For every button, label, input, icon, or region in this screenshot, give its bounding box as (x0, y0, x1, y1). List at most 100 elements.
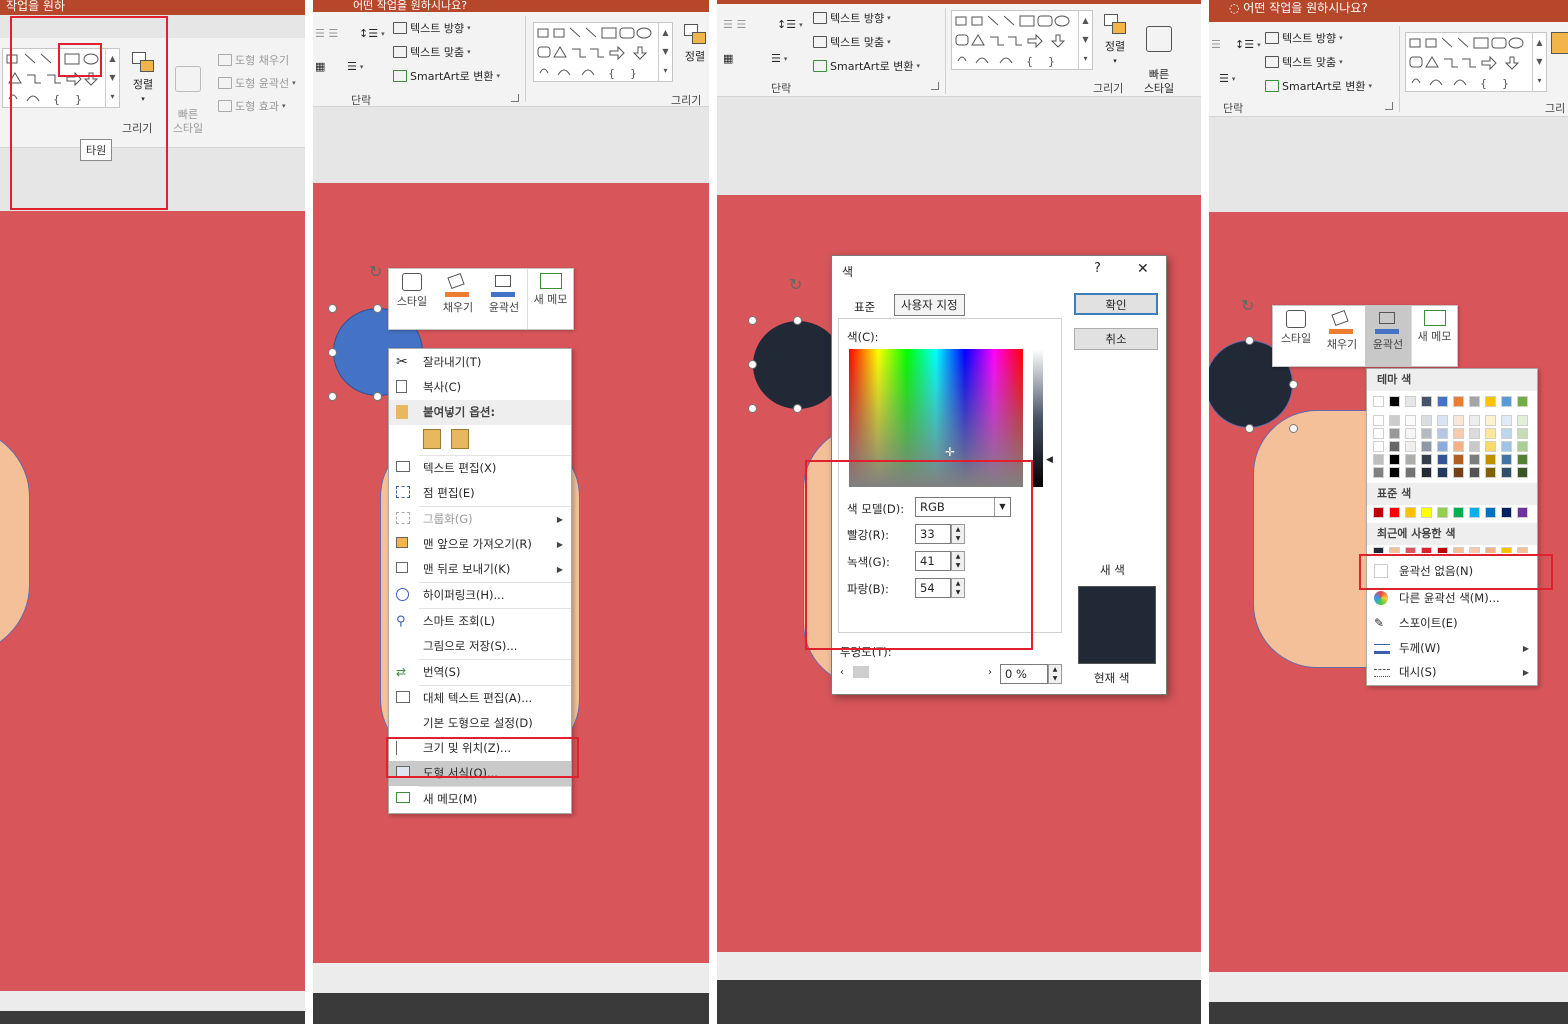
shapes-gallery[interactable]: {} ▲ ▼ ▾ (533, 22, 673, 82)
align-text-button[interactable]: 텍스트 맞춤 ▾ (813, 34, 891, 50)
luminance-arrow-icon[interactable]: ◀ (1046, 455, 1053, 465)
red-input[interactable]: 33 (915, 524, 951, 544)
mini-style-button[interactable]: 스타일 (1273, 306, 1319, 366)
ok-button[interactable]: 확인 (1074, 293, 1158, 315)
theme-color-swatch[interactable] (1437, 396, 1448, 407)
theme-color-swatch[interactable] (1501, 415, 1512, 426)
theme-color-swatch[interactable] (1501, 467, 1512, 478)
selection-handle[interactable] (748, 404, 757, 413)
theme-color-swatch[interactable] (1437, 415, 1448, 426)
theme-color-swatch[interactable] (1421, 441, 1432, 452)
menu-item-format-shape[interactable]: 도형 서식(O)... (389, 761, 571, 786)
eyedropper-item[interactable]: ✎ 스포이트(E) (1367, 611, 1537, 636)
theme-color-swatch[interactable] (1373, 428, 1384, 439)
paragraph-launcher[interactable] (511, 94, 519, 102)
theme-color-swatch[interactable] (1501, 454, 1512, 465)
theme-color-swatch[interactable] (1389, 454, 1400, 465)
blue-input[interactable]: 54 (915, 578, 951, 598)
transparency-slider[interactable]: ‹ › (840, 664, 992, 682)
selection-handle[interactable] (373, 392, 382, 401)
theme-color-swatch[interactable] (1389, 415, 1400, 426)
standard-color-swatch[interactable] (1405, 507, 1416, 518)
align-left-button[interactable]: ☰ ▾ (347, 60, 363, 73)
indent-buttons[interactable]: ☰ ☰ (723, 18, 746, 31)
theme-color-swatch[interactable] (1485, 396, 1496, 407)
selection-handle[interactable] (1289, 424, 1298, 433)
recent-color-swatch[interactable] (1501, 547, 1512, 553)
theme-color-swatch[interactable] (1469, 467, 1480, 478)
no-outline-item[interactable]: 윤곽선 없음(N) (1367, 559, 1537, 584)
recent-color-swatch[interactable] (1437, 547, 1448, 553)
theme-color-swatch[interactable] (1469, 428, 1480, 439)
standard-color-swatch[interactable] (1485, 507, 1496, 518)
recent-color-swatch[interactable] (1389, 547, 1400, 553)
columns-button[interactable]: ▦ (723, 52, 733, 65)
indent-buttons[interactable]: ☰ ☰ (315, 27, 338, 40)
theme-color-swatch[interactable] (1405, 441, 1416, 452)
theme-color-swatch[interactable] (1453, 428, 1464, 439)
shapes-gallery[interactable]: {} ▲ ▼ ▾ (1405, 32, 1547, 92)
rotate-handle-icon[interactable]: ↻ (369, 264, 385, 280)
theme-color-swatch[interactable] (1501, 396, 1512, 407)
standard-color-swatch[interactable] (1517, 507, 1528, 518)
standard-color-swatch[interactable] (1501, 507, 1512, 518)
smartart-button[interactable]: SmartArt로 변환 ▾ (1265, 78, 1372, 94)
standard-color-swatch[interactable] (1389, 507, 1400, 518)
tab-custom[interactable]: 사용자 지정 (894, 294, 965, 316)
quick-styles-button[interactable]: 빠른 스타일 (166, 52, 210, 136)
theme-color-swatch[interactable] (1437, 428, 1448, 439)
text-direction-button[interactable]: 텍스트 방향 ▾ (1265, 30, 1343, 46)
paste-as-picture-icon[interactable] (451, 429, 469, 449)
rotate-handle-icon[interactable]: ↻ (1241, 298, 1257, 314)
red-spinner[interactable]: ▲ ▼ (951, 524, 965, 544)
align-left-button[interactable]: ☰ ▾ (1219, 72, 1235, 85)
menu-item-new-comment[interactable]: 새 메모(M) (389, 787, 571, 812)
theme-color-swatch[interactable] (1389, 428, 1400, 439)
green-input[interactable]: 41 (915, 551, 951, 571)
theme-color-swatch[interactable] (1373, 396, 1384, 407)
mini-outline-button[interactable]: 윤곽선 (1365, 306, 1411, 366)
arrange-button[interactable]: 정렬 (679, 22, 709, 64)
theme-color-swatch[interactable] (1517, 467, 1528, 478)
gallery-scroll[interactable]: ▲ ▼ ▾ (658, 23, 672, 81)
shape-fill-button[interactable]: 도형 채우기 (218, 52, 289, 68)
luminance-slider[interactable] (1033, 349, 1043, 487)
standard-color-swatch[interactable] (1437, 507, 1448, 518)
paste-keep-source-icon[interactable] (423, 429, 441, 449)
slider-thumb[interactable] (853, 666, 870, 678)
theme-color-swatch[interactable] (1501, 428, 1512, 439)
theme-color-swatch[interactable] (1389, 396, 1400, 407)
recent-color-swatch[interactable] (1469, 547, 1480, 553)
selection-handle[interactable] (793, 404, 802, 413)
weight-item[interactable]: 두께(W) ▶ (1367, 636, 1537, 661)
standard-color-swatch[interactable] (1373, 507, 1384, 518)
align-text-button[interactable]: 텍스트 맞춤 ▾ (1265, 54, 1343, 70)
arrange-button[interactable]: 정렬 ▾ (1099, 12, 1131, 68)
text-direction-button[interactable]: 텍스트 방향 ▾ (393, 20, 471, 36)
selection-handle[interactable] (793, 316, 802, 325)
theme-color-swatch[interactable] (1485, 454, 1496, 465)
smartart-button[interactable]: SmartArt로 변환 ▾ (813, 58, 920, 74)
mini-fill-button[interactable]: 채우기 (435, 269, 481, 329)
recent-color-swatch[interactable] (1405, 547, 1416, 553)
theme-color-swatch[interactable] (1501, 441, 1512, 452)
standard-color-swatch[interactable] (1453, 507, 1464, 518)
mini-outline-button[interactable]: 윤곽선 (481, 269, 527, 329)
gallery-scroll[interactable]: ▲ ▼ ▾ (1078, 11, 1092, 69)
mini-style-button[interactable]: 스타일 (389, 269, 435, 329)
transparency-spinner[interactable]: ▲ ▼ (1048, 664, 1062, 684)
menu-item-send-to-back[interactable]: 맨 뒤로 보내기(K) ▶ (389, 557, 571, 582)
line-spacing-button[interactable]: ↕☰ ▾ (1235, 38, 1261, 51)
recent-color-swatch[interactable] (1373, 547, 1384, 553)
selection-handle[interactable] (748, 316, 757, 325)
align-text-button[interactable]: 텍스트 맞춤 ▾ (393, 44, 471, 60)
theme-color-swatch[interactable] (1405, 467, 1416, 478)
text-direction-button[interactable]: 텍스트 방향 ▾ (813, 10, 891, 26)
selection-handle[interactable] (328, 348, 337, 357)
transparency-input[interactable]: 0 % (1000, 664, 1048, 684)
recent-color-swatch[interactable] (1453, 547, 1464, 553)
theme-color-swatch[interactable] (1485, 441, 1496, 452)
cancel-button[interactable]: 취소 (1074, 328, 1158, 350)
navy-circle[interactable] (753, 321, 843, 409)
menu-item-copy[interactable]: 복사(C) (389, 375, 571, 400)
